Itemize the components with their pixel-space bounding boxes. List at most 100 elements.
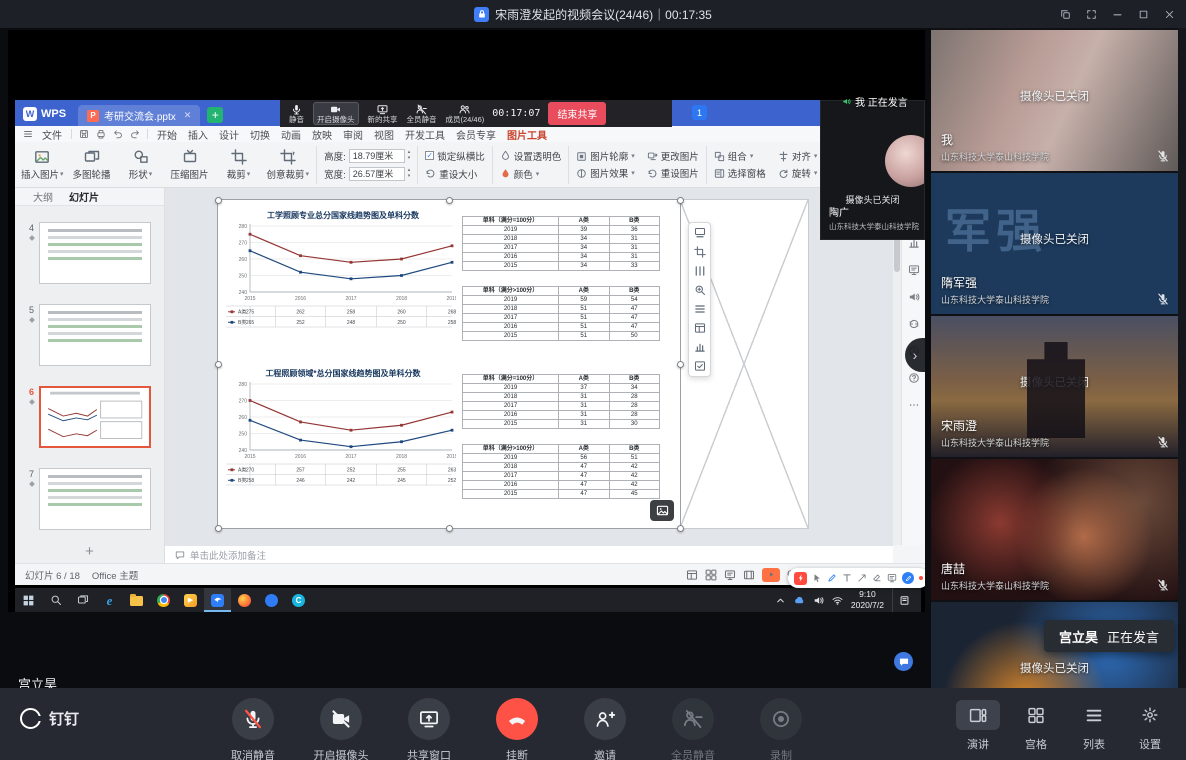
slide-thumbnail-6[interactable]: 6 [21,386,164,448]
menu-tab-1[interactable]: 开始 [155,127,179,142]
selection-handle[interactable] [446,525,453,532]
tab-slides[interactable]: 幻灯片 [69,189,99,204]
ribbon-align-button[interactable]: 对齐▾ [778,149,818,163]
menu-tab-6[interactable]: 放映 [310,127,334,142]
popout-button[interactable] [1052,0,1078,28]
minimize-button[interactable] [1104,0,1130,28]
cloud-icon[interactable] [794,595,805,606]
slide-thumbnail-5[interactable]: 5 [21,304,164,366]
slide-thumbnail-4[interactable]: 4 [21,222,164,284]
record-button[interactable]: 录制 [759,698,803,760]
ribbon-group-button[interactable]: 组合▾ [714,149,766,163]
selection-handle[interactable] [677,361,684,368]
check-icon[interactable] [694,360,706,372]
ribbon-pics-button[interactable]: 多图轮播 [71,149,113,181]
ribbon-small-change[interactable]: 更改图片 [647,149,699,163]
columns-icon[interactable] [694,265,706,277]
board-icon[interactable] [908,264,920,276]
slideshow-icon[interactable] [743,569,755,581]
menu-tab-9[interactable]: 开发工具 [403,127,447,142]
stepper-arrows-icon[interactable]: ▴▾ [408,168,411,179]
settings-button[interactable]: 设置 [1130,700,1170,752]
floating-participant-tile[interactable]: 摄像头已关闭 陶广 山东科技大学泰山科技学院 [820,100,925,240]
normal-icon[interactable] [686,569,698,581]
annotate-button[interactable] [902,572,914,584]
slideshow-play-button[interactable] [762,568,780,582]
hangup-button[interactable]: 挂断 [495,698,539,760]
width-input[interactable]: 26.57厘米 [349,167,405,181]
tab-outline[interactable]: 大纲 [33,189,53,204]
taskbar-firefox[interactable] [231,588,258,612]
slide-thumbnail-7[interactable]: 7 [21,468,164,530]
ribbon-pic-button[interactable]: 插入图片▾ [21,149,64,181]
network-icon[interactable] [832,595,843,606]
menu-tab-2[interactable]: 插入 [186,127,210,142]
selection-handle[interactable] [677,525,684,532]
help-icon[interactable] [908,372,920,384]
view-list-button[interactable]: 列表 [1072,700,1116,752]
taskbar-dingtalk[interactable] [204,588,231,612]
ribbon-small-outline[interactable]: 图片轮廓▾ [576,149,635,163]
ribbon-small-effect[interactable]: 图片效果▾ [576,166,635,180]
crop-icon[interactable] [694,246,706,258]
close-button[interactable] [1156,0,1182,28]
action-center-button[interactable] [892,588,916,612]
save-icon[interactable] [79,129,89,139]
gallery-icon[interactable] [694,227,706,239]
participant-tile[interactable]: 军强 摄像头已关闭 隋军强 山东科技大学泰山科技学院 [931,173,1178,314]
notes-bar[interactable]: 单击此处添加备注 [165,545,893,563]
menu-tab-7[interactable]: 审阅 [341,127,365,142]
camera-off-button[interactable]: 开启摄像头 [319,698,363,760]
menu-file[interactable]: 文件 [40,127,64,142]
refresh-icon[interactable] [908,318,920,330]
volume-icon[interactable] [813,595,824,606]
ribbon-compress-button[interactable]: 压缩图片 [169,149,211,181]
reading-icon[interactable] [724,569,736,581]
text-icon[interactable] [842,573,852,583]
lock-ratio-checkbox[interactable]: 锁定纵横比 [425,149,485,163]
taskbar-blue-browser[interactable] [258,588,285,612]
grid-icon[interactable] [705,569,717,581]
chat-button[interactable] [894,652,913,671]
color-button[interactable]: 颜色▾ [500,167,562,181]
maximize-button[interactable] [1130,0,1156,28]
ribbon-shape-button[interactable]: 形状▾ [120,149,162,181]
more-icon[interactable] [908,399,920,411]
transparent-color-button[interactable]: 设置透明色 [500,149,562,163]
caret-icon[interactable] [775,595,786,606]
layout-icon[interactable] [694,322,706,334]
end-share-button[interactable]: 结束共享 [548,102,606,125]
document-tab[interactable]: 考研交流会.pptx [78,105,200,126]
meetbar-members-button[interactable]: 成员(24/46) [446,104,485,124]
taskbar-explorer[interactable] [123,588,150,612]
menu-tab-11[interactable]: 图片工具 [505,127,549,142]
mute-all-button[interactable]: 全员静音 [671,698,715,760]
slide[interactable]: 工学照顾专业总分国家线趋势图及单科分数240250260270280201520… [218,200,808,528]
invite-button[interactable]: 邀请 [583,698,627,760]
selection-handle[interactable] [215,361,222,368]
menu-tab-8[interactable]: 视图 [372,127,396,142]
arrow-icon[interactable] [857,573,867,583]
height-input[interactable]: 18.79厘米 [349,149,405,163]
print-icon[interactable] [96,129,106,139]
undo-icon[interactable] [113,129,123,139]
selection-handle[interactable] [677,197,684,204]
close-tab-icon[interactable] [184,110,192,121]
meetbar-mute-all-button[interactable]: 全员静音 [407,104,437,124]
ribbon-rotate-button[interactable]: 旋转▾ [778,166,818,180]
ribbon-crop2-button[interactable]: 创意裁剪▾ [267,149,310,181]
ribbon-selpane-button[interactable]: 选择窗格 [714,166,766,180]
taskbar-media-player[interactable] [177,588,204,612]
rows-icon[interactable] [694,303,706,315]
ribbon-crop-button[interactable]: 裁剪▾ [218,149,260,181]
taskbar-clock[interactable]: 9:102020/7/2 [851,589,884,610]
canvas-scrollbar[interactable] [893,188,901,545]
cursor-icon[interactable] [812,573,822,583]
shared-screen[interactable]: WPS 考研交流会.pptx 静音开启摄像头新的共享全员静音成员(24/46) … [8,30,925,612]
view-grid-button[interactable]: 宫格 [1014,700,1058,752]
menu-tab-5[interactable]: 动画 [279,127,303,142]
fullscreen-button[interactable] [1078,0,1104,28]
stepper-arrows-icon[interactable]: ▴▾ [408,150,411,161]
menu-tab-3[interactable]: 设计 [217,127,241,142]
redo-icon[interactable] [130,129,140,139]
